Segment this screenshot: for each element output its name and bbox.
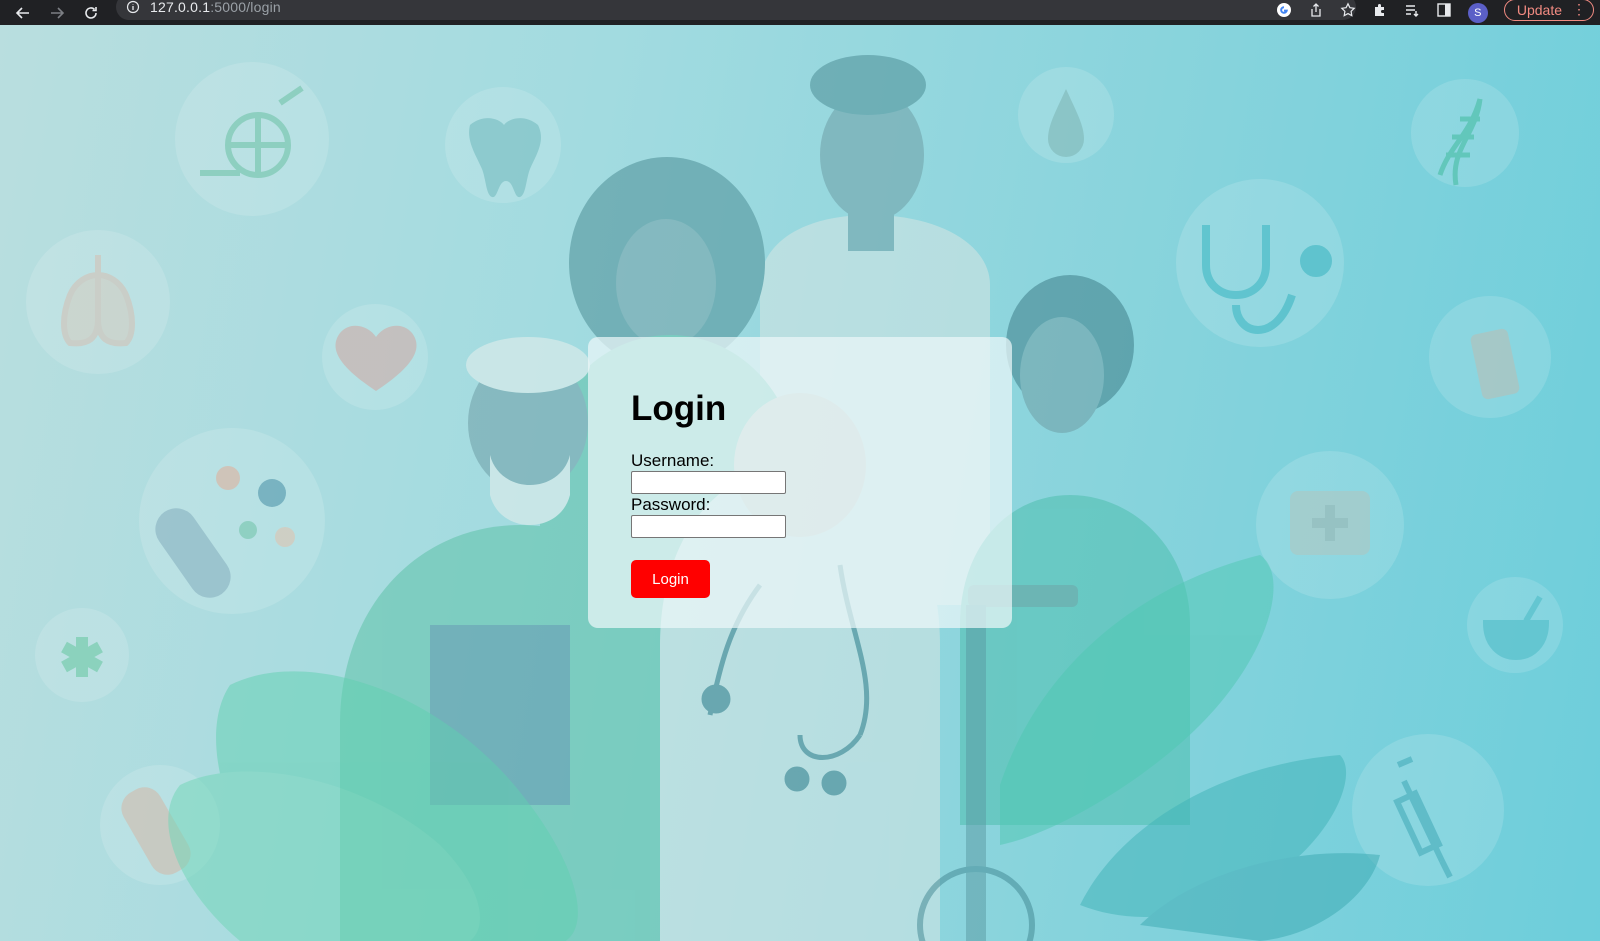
- login-page: Login Username: Password: Login: [0, 25, 1600, 941]
- google-icon[interactable]: [1276, 2, 1292, 23]
- password-label: Password:: [631, 495, 711, 514]
- extensions-puzzle-icon[interactable]: [1372, 2, 1388, 23]
- medkit-icon: [1290, 491, 1370, 555]
- navigation-controls: [0, 2, 102, 24]
- forward-arrow-icon[interactable]: [46, 2, 68, 24]
- username-input[interactable]: [631, 471, 786, 494]
- update-button-label: Update: [1516, 1, 1562, 18]
- update-button[interactable]: Update ⋮: [1503, 0, 1594, 21]
- bubble: [175, 62, 329, 216]
- profile-avatar[interactable]: S: [1467, 2, 1488, 23]
- toolbar-actions: S Update ⋮: [1276, 0, 1594, 25]
- password-input[interactable]: [631, 515, 786, 538]
- bookmark-star-icon[interactable]: [1340, 2, 1356, 23]
- username-label: Username:: [631, 451, 715, 470]
- login-card: Login Username: Password: Login: [588, 337, 1012, 628]
- login-title: Login: [631, 389, 727, 428]
- share-icon[interactable]: [1308, 2, 1324, 23]
- address-bar[interactable]: 127.0.0.1:5000/login: [116, 0, 1356, 20]
- side-panel-icon[interactable]: [1436, 2, 1452, 23]
- login-form: Username: Password: Login: [631, 451, 970, 598]
- url-text: 127.0.0.1:5000/login: [150, 0, 281, 15]
- more-menu-icon[interactable]: ⋮: [1572, 1, 1586, 18]
- back-arrow-icon[interactable]: [12, 2, 34, 24]
- reload-icon[interactable]: [80, 2, 102, 24]
- login-button[interactable]: Login: [631, 560, 710, 598]
- url-host: 127.0.0.1: [150, 0, 211, 15]
- reading-list-icon[interactable]: [1404, 2, 1420, 23]
- site-info-icon[interactable]: [126, 0, 140, 14]
- browser-toolbar: 127.0.0.1:5000/login S Update ⋮: [0, 0, 1600, 25]
- url-path: :5000/login: [210, 0, 281, 15]
